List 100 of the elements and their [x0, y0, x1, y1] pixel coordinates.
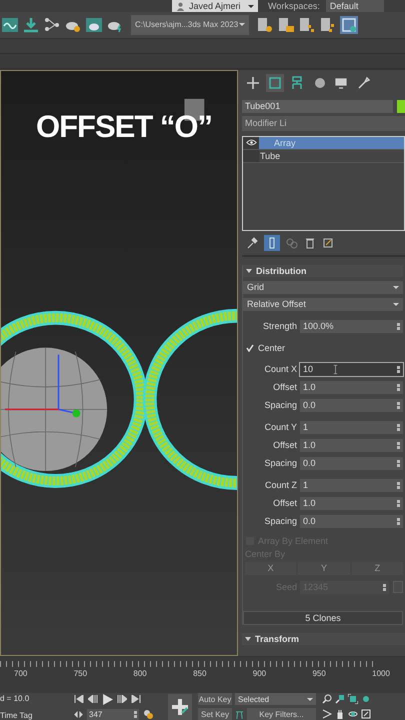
frame-number: 850 [193, 669, 206, 678]
plus-icon [246, 76, 260, 90]
spinner-arrows-icon[interactable] [397, 366, 400, 373]
checkbox[interactable] [246, 344, 254, 352]
user-icon [176, 2, 185, 10]
spinner-field[interactable]: 1.0 [300, 496, 403, 510]
field-label: Spacing [263, 516, 298, 526]
spinner-field[interactable]: 0.0 [300, 456, 403, 470]
spinner-field[interactable]: 1 [300, 420, 403, 434]
configure-icon[interactable] [322, 236, 334, 249]
spinner-field[interactable]: 100.0% [300, 320, 403, 333]
nodes-icon[interactable] [43, 16, 61, 34]
field-label: Spacing [263, 458, 298, 468]
clones-button[interactable]: 5 Clones [243, 610, 403, 625]
key-mode-icon[interactable] [74, 710, 83, 718]
distribution-type-dropdown[interactable]: Grid [243, 280, 403, 294]
pan-hand-icon[interactable] [335, 709, 345, 720]
next-frame-icon[interactable] [117, 695, 127, 704]
field-label: Offset [272, 498, 298, 508]
status-text: d = 10.0 [0, 694, 30, 703]
frame-number: 700 [14, 669, 28, 678]
field-of-view-icon[interactable] [322, 709, 332, 720]
field-label: Spacing [263, 400, 298, 410]
object-name-field[interactable]: Tube001 [242, 100, 393, 113]
previous-frame-icon[interactable] [88, 695, 98, 704]
spinner-arrows-icon[interactable] [134, 710, 137, 718]
caret-icon [393, 302, 399, 306]
offset-mode-dropdown[interactable]: Relative Offset [243, 298, 403, 311]
zoom-extents-icon[interactable] [348, 694, 358, 704]
spinner-arrows-icon[interactable] [397, 322, 400, 330]
user-menu[interactable]: Javed Ajmeri [172, 0, 258, 12]
eye-icon[interactable] [246, 139, 256, 146]
set-key-button[interactable] [168, 694, 192, 720]
spinner-field[interactable]: 0.0 [300, 514, 403, 528]
modify-tab[interactable] [266, 74, 284, 92]
circle-icon [312, 76, 326, 90]
show-end-result-icon[interactable] [264, 234, 280, 251]
spinner-arrows-icon[interactable] [397, 402, 400, 409]
frame-number: 950 [312, 669, 326, 678]
auto-key-button[interactable]: Auto Key [198, 693, 232, 706]
caret-icon [239, 23, 245, 26]
time-config-icon[interactable] [143, 709, 153, 720]
spinner-field[interactable]: 1.0 [300, 380, 403, 394]
workspaces-label: Workspaces: [268, 0, 320, 11]
save-icon[interactable] [340, 16, 358, 34]
spinner-arrows-icon[interactable] [397, 424, 400, 431]
modifier-stack-item[interactable]: Tube [243, 150, 404, 163]
field-label: Count Y [264, 422, 298, 432]
modifier-stack-item[interactable]: Array [243, 136, 404, 150]
download-icon[interactable] [22, 16, 40, 34]
spinner-arrows-icon[interactable] [397, 482, 400, 489]
maximize-icon[interactable] [361, 709, 371, 720]
modifier-list-dropdown[interactable]: Modifier Li [242, 116, 405, 131]
collapse-arrow-icon[interactable] [246, 268, 252, 273]
set-key-mode-button[interactable]: Set Key [198, 708, 232, 720]
zoom-extents-all-icon[interactable] [361, 694, 371, 704]
time-tag-label[interactable]: Time Tag [0, 710, 68, 720]
frame-number: 750 [74, 669, 88, 678]
project-path-dropdown[interactable]: C:\Users\ajm...3ds Max 2023 [131, 14, 249, 35]
field-label: Strength [262, 321, 298, 332]
video-caption: OFFSET “O” [36, 110, 212, 144]
spinner-arrows-icon[interactable] [397, 518, 400, 525]
caret-icon [307, 698, 313, 701]
checkbox-label: Center [258, 342, 286, 353]
field-label: Count Z [264, 480, 298, 490]
workspace-dropdown[interactable]: Default [326, 0, 384, 12]
field-label: Offset [272, 440, 298, 450]
spinner-arrows-icon[interactable] [397, 500, 400, 507]
current-frame-field[interactable]: 347 [87, 708, 139, 720]
text-cursor-icon [333, 364, 338, 375]
key-mode-dropdown[interactable]: Selected [235, 693, 316, 706]
go-to-start-icon[interactable] [74, 695, 84, 704]
orbit-icon[interactable] [348, 709, 358, 720]
zoom-icon[interactable] [322, 694, 332, 704]
spinner-field[interactable]: 0.0 [300, 398, 403, 412]
collapse-arrow-icon[interactable] [245, 636, 251, 641]
monitor-icon [334, 76, 348, 90]
spinner-arrows-icon[interactable] [397, 460, 400, 467]
wave-icon[interactable] [1, 16, 19, 34]
square-icon [268, 76, 282, 90]
field-label: Offset [272, 382, 298, 392]
trash-icon[interactable] [304, 236, 316, 249]
spinner-field[interactable]: 10 [300, 362, 403, 376]
field-label: Count X [263, 364, 298, 374]
frame-number: 1000 [372, 669, 390, 678]
wrench-icon [356, 76, 370, 90]
object-color-swatch[interactable] [397, 100, 405, 113]
spinner-arrows-icon[interactable] [397, 442, 400, 449]
hierarchy-icon [290, 76, 304, 90]
time-ruler[interactable]: 700 750 800 850 900 950 1000 [0, 656, 405, 694]
play-icon[interactable] [102, 694, 113, 705]
key-filters-button[interactable]: Key Filters... [247, 708, 316, 720]
caret-icon [248, 4, 254, 8]
zoom-all-icon[interactable] [335, 694, 345, 704]
caret-icon [393, 286, 399, 289]
spinner-arrows-icon[interactable] [397, 384, 400, 391]
spinner-field[interactable]: 1.0 [300, 438, 403, 452]
go-to-end-icon[interactable] [131, 695, 141, 704]
spinner-field[interactable]: 1 [300, 478, 403, 492]
frame-number: 900 [252, 669, 266, 678]
